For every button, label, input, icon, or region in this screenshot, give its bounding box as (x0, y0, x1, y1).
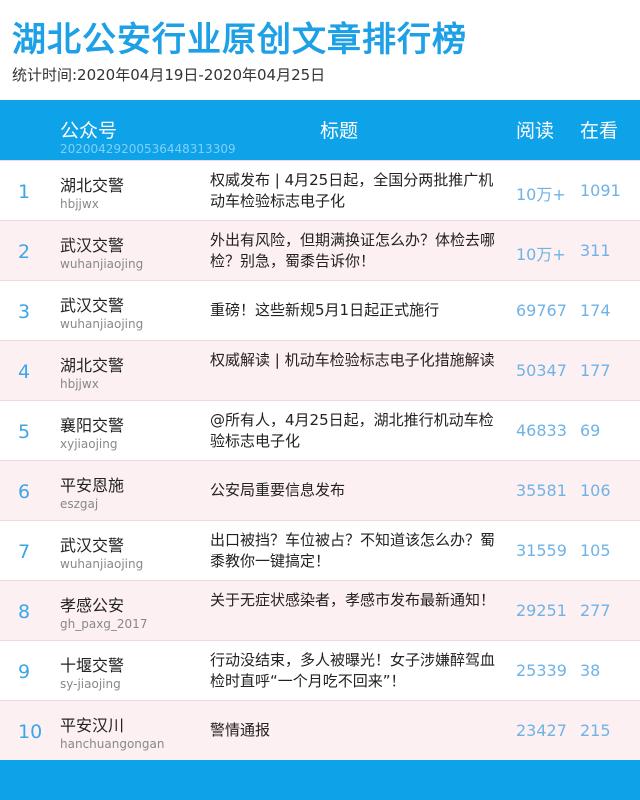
read-count: 69767 (516, 301, 567, 320)
watching-count: 69 (580, 421, 601, 440)
table-row[interactable]: 10 平安汉川 hanchuangongan 警情通报 23427 215 (0, 700, 640, 760)
header-account: 公众号 (60, 120, 118, 142)
watching-count: 277 (580, 601, 611, 620)
header-account-id: 20200429200536448313309 (60, 142, 236, 156)
rank-number: 8 (18, 601, 31, 623)
table-row[interactable]: 8 孝感公安 gh_paxg_2017 关于无症状感染者，孝感市发布最新通知！ … (0, 580, 640, 640)
rank-number: 4 (18, 361, 31, 383)
article-title[interactable]: 权威解读 | 机动车检验标志电子化措施解读 (210, 350, 504, 371)
rank-number: 6 (18, 481, 31, 503)
read-count: 31559 (516, 541, 567, 560)
account-name[interactable]: 十堰交警 (60, 652, 124, 676)
stats-period: 统计时间:2020年04月19日-2020年04月25日 (12, 66, 326, 84)
ranking-table: 1 湖北交警 hbjjwx 权威发布 | 4月25日起，全国分两批推广机动车检验… (0, 160, 640, 760)
read-count: 29251 (516, 601, 567, 620)
account-name[interactable]: 襄阳交警 (60, 412, 124, 436)
rank-number: 10 (18, 721, 43, 743)
watching-count: 174 (580, 301, 611, 320)
article-title[interactable]: 关于无症状感染者，孝感市发布最新通知！ (210, 590, 504, 611)
footer-bar (0, 760, 640, 800)
article-title[interactable]: 重磅！这些新规5月1日起正式施行 (210, 300, 504, 321)
header-reads: 阅读 (516, 120, 555, 142)
rank-number: 9 (18, 661, 31, 683)
table-row[interactable]: 1 湖北交警 hbjjwx 权威发布 | 4月25日起，全国分两批推广机动车检验… (0, 160, 640, 220)
account-name[interactable]: 平安恩施 (60, 472, 124, 496)
account-id: gh_paxg_2017 (60, 617, 148, 631)
article-title[interactable]: 警情通报 (210, 720, 504, 741)
rank-number: 2 (18, 241, 31, 263)
article-title[interactable]: 公安局重要信息发布 (210, 480, 504, 501)
table-row[interactable]: 9 十堰交警 sy-jiaojing 行动没结束，多人被曝光！女子涉嫌醉驾血检时… (0, 640, 640, 700)
read-count: 35581 (516, 481, 567, 500)
account-id: wuhanjiaojing (60, 317, 144, 331)
header-watching: 在看 (580, 120, 619, 142)
account-id: sy-jiaojing (60, 677, 121, 691)
account-name[interactable]: 湖北交警 (60, 172, 124, 196)
read-count: 23427 (516, 721, 567, 740)
rank-number: 3 (18, 301, 31, 323)
article-title[interactable]: 权威发布 | 4月25日起，全国分两批推广机动车检验标志电子化 (210, 170, 504, 212)
account-id: xyjiaojing (60, 437, 118, 451)
table-row[interactable]: 4 湖北交警 hbjjwx 权威解读 | 机动车检验标志电子化措施解读 5034… (0, 340, 640, 400)
watching-count: 177 (580, 361, 611, 380)
read-count: 46833 (516, 421, 567, 440)
rank-number: 7 (18, 541, 31, 563)
account-id: hanchuangongan (60, 737, 165, 751)
table-row[interactable]: 7 武汉交警 wuhanjiaojing 出口被挡？车位被占？不知道该怎么办？蜀… (0, 520, 640, 580)
account-id: wuhanjiaojing (60, 557, 144, 571)
watching-count: 1091 (580, 181, 621, 200)
read-count: 50347 (516, 361, 567, 380)
table-row[interactable]: 2 武汉交警 wuhanjiaojing 外出有风险，但期满换证怎么办？体检去哪… (0, 220, 640, 280)
watching-count: 38 (580, 661, 601, 680)
account-name[interactable]: 武汉交警 (60, 532, 124, 556)
header-title: 标题 (320, 120, 359, 142)
article-title[interactable]: @所有人，4月25日起，湖北推行机动车检验标志电子化 (210, 410, 504, 452)
account-name[interactable]: 平安汉川 (60, 712, 124, 736)
read-count: 25339 (516, 661, 567, 680)
table-row[interactable]: 3 武汉交警 wuhanjiaojing 重磅！这些新规5月1日起正式施行 69… (0, 280, 640, 340)
watching-count: 215 (580, 721, 611, 740)
account-name[interactable]: 武汉交警 (60, 232, 124, 256)
account-id: eszgaj (60, 497, 99, 511)
watching-count: 105 (580, 541, 611, 560)
page-title: 湖北公安行业原创文章排行榜 (12, 20, 467, 60)
rank-number: 1 (18, 181, 31, 203)
watching-count: 106 (580, 481, 611, 500)
account-id: hbjjwx (60, 197, 99, 211)
account-id: wuhanjiaojing (60, 257, 144, 271)
article-title[interactable]: 行动没结束，多人被曝光！女子涉嫌醉驾血检时直呼“一个月吃不回来”！ (210, 650, 504, 692)
article-title[interactable]: 出口被挡？车位被占？不知道该怎么办？蜀黍教你一键搞定！ (210, 530, 504, 572)
account-name[interactable]: 武汉交警 (60, 292, 124, 316)
read-count: 10万+ (516, 185, 566, 204)
table-row[interactable]: 6 平安恩施 eszgaj 公安局重要信息发布 35581 106 (0, 460, 640, 520)
account-id: hbjjwx (60, 377, 99, 391)
watching-count: 311 (580, 241, 611, 260)
account-name[interactable]: 湖北交警 (60, 352, 124, 376)
article-title[interactable]: 外出有风险，但期满换证怎么办？体检去哪检？别急，蜀黍告诉你！ (210, 230, 504, 272)
read-count: 10万+ (516, 245, 566, 264)
table-row[interactable]: 5 襄阳交警 xyjiaojing @所有人，4月25日起，湖北推行机动车检验标… (0, 400, 640, 460)
rank-number: 5 (18, 421, 31, 443)
table-header: 公众号 20200429200536448313309 标题 阅读 在看 (0, 100, 640, 160)
account-name[interactable]: 孝感公安 (60, 592, 124, 616)
